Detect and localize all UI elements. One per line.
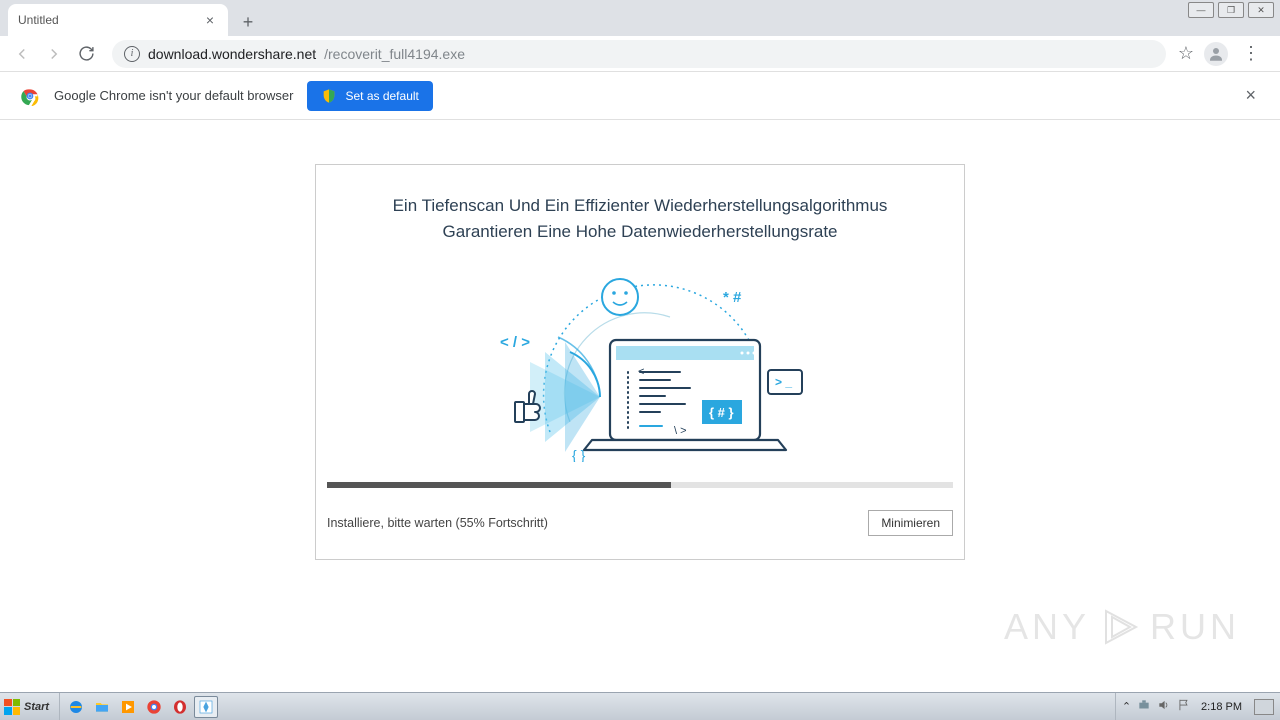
window-controls: — ❐ ✕: [1188, 2, 1274, 18]
forward-button[interactable]: [40, 40, 68, 68]
site-info-icon[interactable]: i: [124, 46, 140, 62]
taskbar-chrome-icon[interactable]: [142, 696, 166, 718]
anyrun-watermark: ANY RUN: [1004, 606, 1240, 648]
tab-strip: Untitled × + — ❐ ✕: [0, 0, 1280, 36]
profile-avatar[interactable]: [1204, 42, 1228, 66]
shield-icon: [321, 88, 337, 104]
url-path: /recoverit_full4194.exe: [324, 46, 465, 62]
svg-text:{ # }: { # }: [709, 405, 734, 420]
url-host: download.wondershare.net: [148, 46, 316, 62]
tray-expand-icon[interactable]: ⌃: [1122, 700, 1131, 713]
installer-heading: Ein Tiefenscan Und Ein Effizienter Wiede…: [360, 193, 920, 244]
close-window-button[interactable]: ✕: [1248, 2, 1274, 18]
back-button[interactable]: [8, 40, 36, 68]
minimize-installer-button[interactable]: Minimieren: [868, 510, 953, 536]
address-bar[interactable]: i download.wondershare.net/recoverit_ful…: [112, 40, 1166, 68]
set-default-button[interactable]: Set as default: [307, 81, 432, 111]
maximize-window-button[interactable]: ❐: [1218, 2, 1244, 18]
taskbar-ie-icon[interactable]: [64, 696, 88, 718]
minimize-window-button[interactable]: —: [1188, 2, 1214, 18]
infobar-close-icon[interactable]: ×: [1241, 81, 1260, 110]
bookmark-star-icon[interactable]: ☆: [1178, 43, 1194, 64]
svg-text:\ >: \ >: [674, 425, 687, 437]
installer-dialog: Ein Tiefenscan Und Ein Effizienter Wiede…: [315, 164, 965, 560]
svg-text:> _: > _: [775, 375, 792, 389]
progress-fill: [327, 482, 671, 488]
start-button[interactable]: Start: [0, 693, 60, 720]
taskbar-media-icon[interactable]: [116, 696, 140, 718]
windows-taskbar: Start ⌃ 2:18 PM: [0, 692, 1280, 720]
chrome-menu-icon[interactable]: ⋮: [1238, 43, 1264, 64]
tab-title: Untitled: [18, 13, 202, 27]
browser-tab[interactable]: Untitled ×: [8, 4, 228, 36]
system-tray: ⌃ 2:18 PM: [1115, 693, 1280, 720]
page-content: Ein Tiefenscan Und Ein Effizienter Wiede…: [0, 120, 1280, 696]
svg-text:* #: * #: [723, 289, 742, 306]
default-browser-infobar: Google Chrome isn't your default browser…: [0, 72, 1280, 120]
tray-network-icon[interactable]: [1137, 698, 1151, 715]
tray-flag-icon[interactable]: [1177, 698, 1191, 715]
taskbar-installer-icon[interactable]: [194, 696, 218, 718]
svg-text:<: <: [638, 366, 644, 378]
infobar-message: Google Chrome isn't your default browser: [54, 88, 293, 103]
chrome-logo-icon: [20, 86, 40, 106]
svg-text:{ }: { }: [572, 447, 586, 462]
new-tab-button[interactable]: +: [234, 8, 262, 36]
progress-bar: [327, 482, 953, 488]
svg-text:< / >: < / >: [500, 334, 530, 351]
close-tab-icon[interactable]: ×: [202, 12, 218, 28]
reload-button[interactable]: [72, 40, 100, 68]
taskbar-explorer-icon[interactable]: [90, 696, 114, 718]
windows-logo-icon: [4, 699, 20, 715]
installer-illustration: < { # } \ > > _ < / > * # { }: [470, 262, 810, 462]
taskbar-opera-icon[interactable]: [168, 696, 192, 718]
tray-volume-icon[interactable]: [1157, 698, 1171, 715]
show-desktop-button[interactable]: [1254, 699, 1274, 715]
set-default-label: Set as default: [345, 89, 418, 103]
install-status-text: Installiere, bitte warten (55% Fortschri…: [327, 516, 548, 530]
browser-toolbar: i download.wondershare.net/recoverit_ful…: [0, 36, 1280, 72]
taskbar-clock[interactable]: 2:18 PM: [1197, 701, 1246, 713]
